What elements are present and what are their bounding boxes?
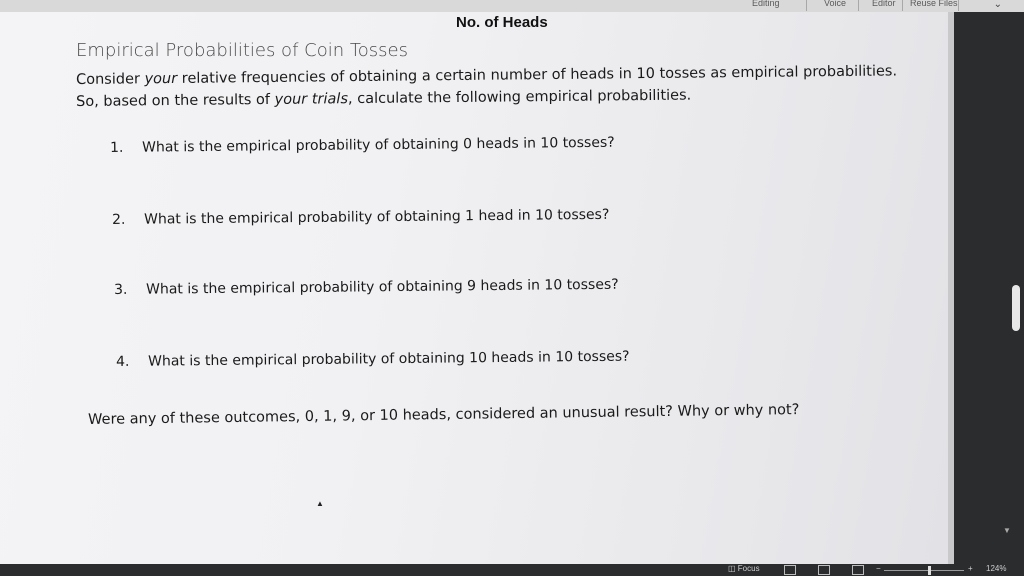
read-mode-icon[interactable] bbox=[784, 565, 796, 575]
intro-line-2-text: So, based on the results of bbox=[76, 91, 275, 110]
intro-line-2-emphasis: your trials bbox=[274, 91, 349, 108]
status-bar: ◫ Focus − + 124% bbox=[0, 564, 1024, 576]
ribbon: Editing Voice Editor Reuse Files bbox=[0, 0, 1024, 12]
question-number: 1. bbox=[110, 139, 124, 156]
editor-button[interactable]: Editor bbox=[872, 0, 896, 8]
ribbon-divider bbox=[806, 0, 807, 11]
zoom-in-button[interactable]: + bbox=[968, 564, 973, 573]
focus-icon: ◫ bbox=[728, 564, 736, 573]
question-number: 3. bbox=[114, 281, 128, 298]
vertical-scrollbar-thumb[interactable] bbox=[1012, 285, 1020, 331]
question-number: 4. bbox=[116, 353, 130, 370]
ribbon-divider bbox=[858, 0, 859, 11]
editing-button[interactable]: Editing bbox=[752, 0, 780, 8]
intro-line-1-emphasis: your bbox=[144, 70, 178, 88]
table-header-cell[interactable]: No. of Heads bbox=[456, 14, 548, 31]
text-cursor-icon: ▲ bbox=[316, 499, 324, 508]
zoom-slider-track[interactable] bbox=[884, 570, 964, 571]
page-edge bbox=[948, 12, 954, 564]
reuse-files-button[interactable]: Reuse Files bbox=[910, 0, 958, 8]
zoom-out-button[interactable]: − bbox=[876, 564, 881, 573]
intro-line-1-text: Consider bbox=[76, 71, 145, 88]
ribbon-divider bbox=[958, 0, 959, 11]
zoom-slider-thumb[interactable] bbox=[928, 566, 931, 575]
zoom-level[interactable]: 124% bbox=[986, 564, 1006, 573]
ribbon-collapse-chevron-icon[interactable]: ⌄ bbox=[994, 0, 1002, 10]
question-number: 2. bbox=[112, 211, 126, 228]
print-layout-icon[interactable] bbox=[818, 565, 830, 575]
voice-button[interactable]: Voice bbox=[824, 0, 846, 8]
ribbon-divider bbox=[902, 0, 903, 11]
focus-label: Focus bbox=[737, 564, 760, 573]
web-layout-icon[interactable] bbox=[852, 565, 864, 575]
scroll-down-arrow-icon[interactable]: ▼ bbox=[1003, 526, 1011, 535]
focus-button[interactable]: ◫ Focus bbox=[728, 564, 760, 573]
document-title: Empirical Probabilities of Coin Tosses bbox=[76, 40, 408, 61]
